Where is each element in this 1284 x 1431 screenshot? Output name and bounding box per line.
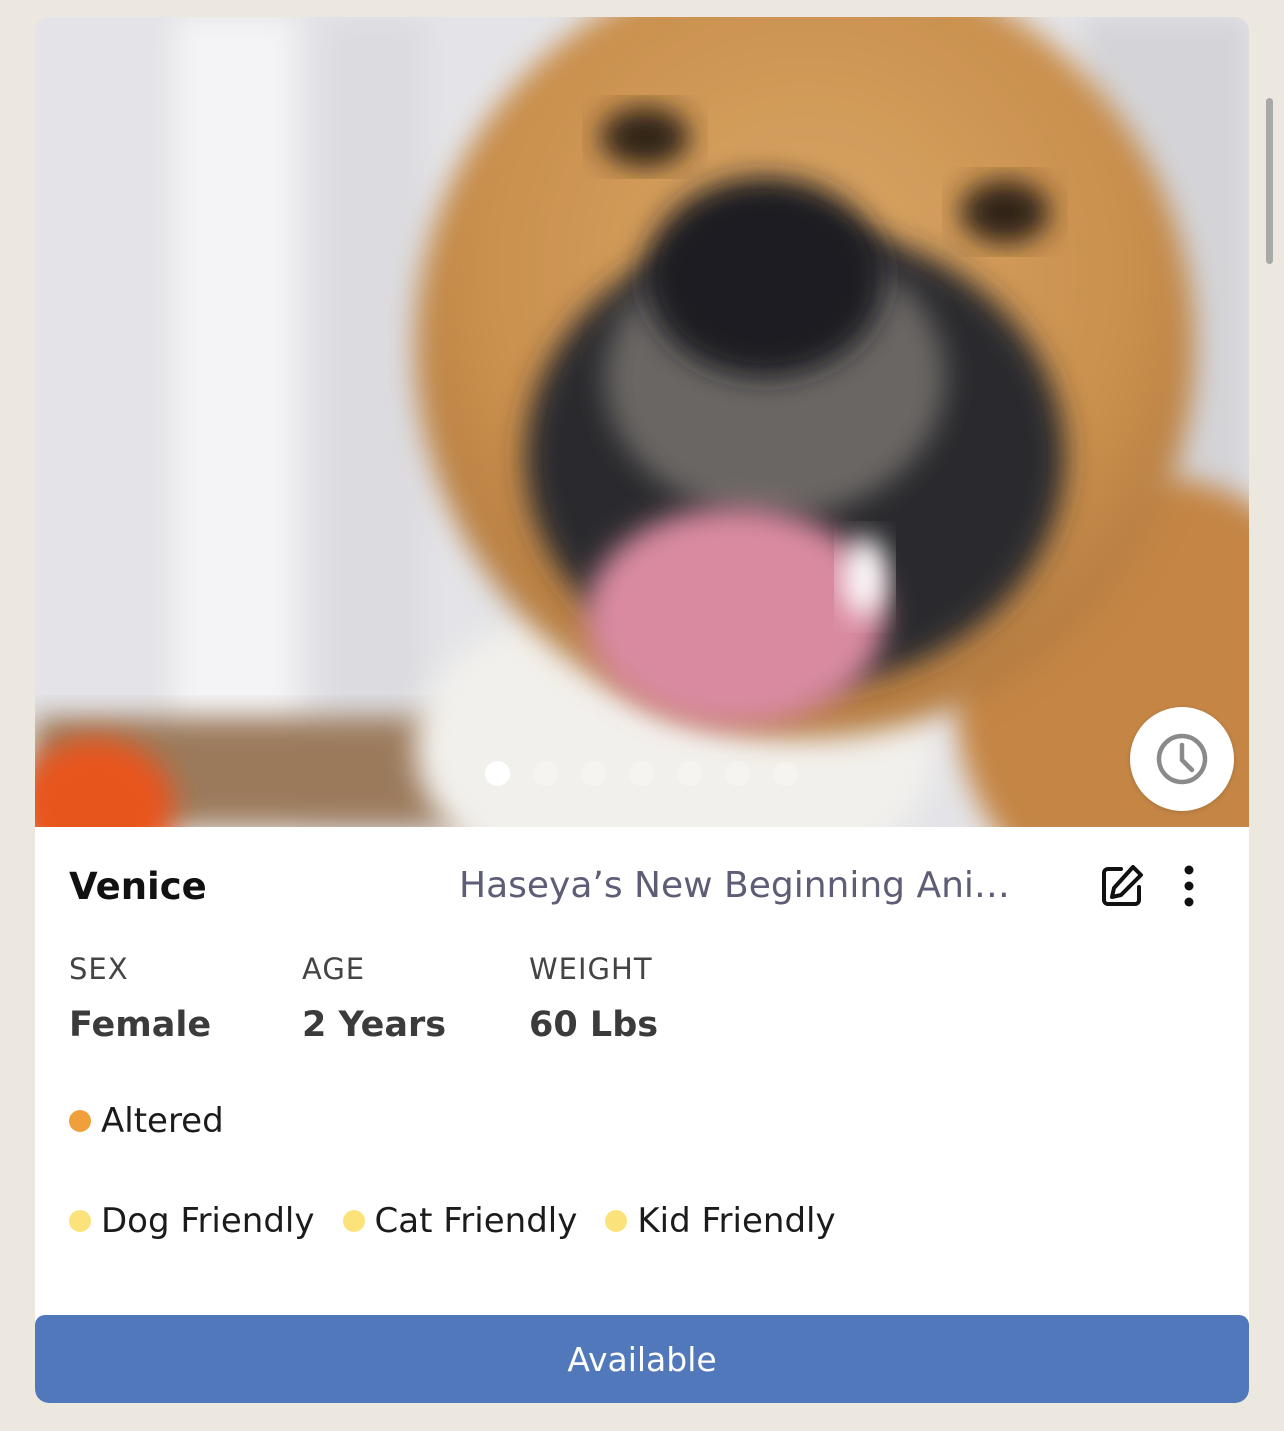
status-dot-icon	[342, 1210, 365, 1232]
status-dot-icon	[69, 1210, 91, 1232]
pet-card: Venice Haseya’s New Beginning Animal Res…	[35, 17, 1249, 1403]
status-dot-icon	[69, 1110, 91, 1132]
pet-photo[interactable]	[35, 17, 1249, 827]
tag-label: Dog Friendly	[101, 1201, 315, 1241]
pagination-dot[interactable]	[773, 761, 798, 786]
behavior-tags: Dog Friendly Cat Friendly Kid Friendly	[69, 1201, 836, 1241]
tag-dog-friendly: Dog Friendly	[69, 1201, 315, 1241]
weight-label: WEIGHT	[529, 952, 653, 986]
pet-name: Venice	[69, 865, 207, 908]
more-options-button[interactable]	[1169, 861, 1209, 911]
pagination-dot[interactable]	[581, 761, 606, 786]
scrollbar[interactable]	[1266, 98, 1273, 264]
pagination-dot[interactable]	[485, 761, 510, 786]
weight-value: 60 Lbs	[529, 1005, 659, 1045]
tag-label: Cat Friendly	[374, 1201, 578, 1241]
age-label: AGE	[302, 952, 366, 986]
tag-altered: Altered	[69, 1101, 224, 1141]
more-vertical-icon	[1184, 865, 1194, 907]
tag-label: Kid Friendly	[637, 1201, 836, 1241]
tag-cat-friendly: Cat Friendly	[342, 1201, 578, 1241]
status-button[interactable]: Available	[35, 1315, 1249, 1403]
status-dot-icon	[605, 1210, 628, 1232]
age-value: 2 Years	[302, 1005, 447, 1045]
photo-pagination	[485, 761, 798, 786]
pagination-dot[interactable]	[725, 761, 750, 786]
tag-label: Altered	[101, 1101, 224, 1141]
dog-photo-illustration	[35, 17, 1249, 827]
tag-kid-friendly: Kid Friendly	[605, 1201, 836, 1241]
clock-icon	[1156, 733, 1208, 785]
sex-label: SEX	[69, 952, 129, 986]
organization-name[interactable]: Haseya’s New Beginning Animal Rescue	[459, 865, 1039, 906]
medical-tags: Altered	[69, 1101, 224, 1141]
pagination-dot[interactable]	[629, 761, 654, 786]
pagination-dot[interactable]	[533, 761, 558, 786]
history-button[interactable]	[1130, 707, 1234, 811]
sex-value: Female	[69, 1005, 212, 1045]
edit-icon	[1102, 865, 1143, 906]
pagination-dot[interactable]	[677, 761, 702, 786]
edit-button[interactable]	[1097, 861, 1147, 911]
